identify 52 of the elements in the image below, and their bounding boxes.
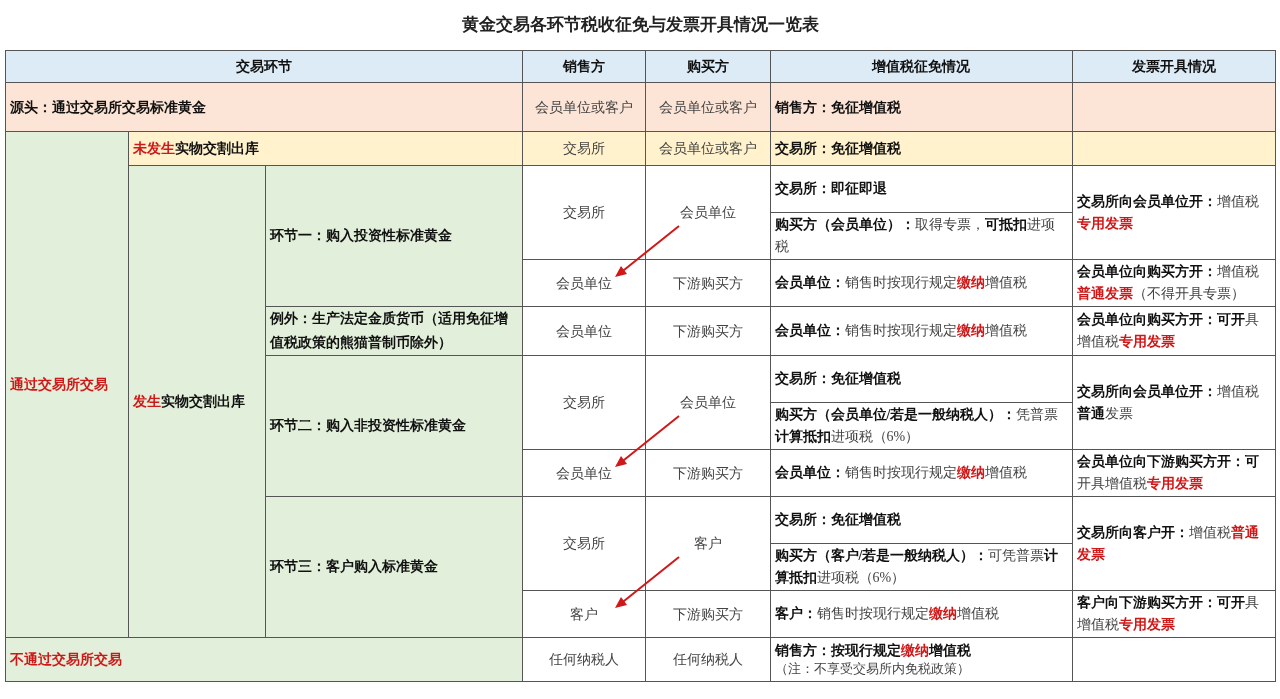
table-cell: 购买方（客户/若是一般纳税人）：可凭普票计算抵扣进项税（6%） <box>770 543 1072 591</box>
table-cell: 会员单位或客户 <box>522 82 645 132</box>
table-cell: 会员单位：销售时按现行规定缴纳增值税 <box>770 259 1072 307</box>
table-cell: 源头：通过交易所交易标准黄金 <box>5 82 522 132</box>
table-cell: 交易所：免征增值税 <box>770 355 1072 403</box>
table-cell: 交易所向会员单位开：增值税 专用发票 <box>1072 165 1275 260</box>
table-cell: 交易所：即征即退 <box>770 165 1072 213</box>
table-cell: 未发生实物交割出库 <box>128 131 522 166</box>
table-cell: 环节二：购入非投资性标准黄金 <box>265 355 522 497</box>
table-cell: 任何纳税人 <box>645 637 770 682</box>
table-cell: 下游购买方 <box>645 306 770 356</box>
column-header: 购买方 <box>645 50 770 83</box>
table-cell: 客户：销售时按现行规定缴纳增值税 <box>770 590 1072 638</box>
table-cell: 下游购买方 <box>645 590 770 638</box>
table-cell: 交易所 <box>522 355 645 450</box>
table-cell: 交易所向客户开：增值税普通发票 <box>1072 496 1275 591</box>
table-cell: 会员单位 <box>645 165 770 260</box>
table-cell: 交易所向会员单位开：增值税 普通发票 <box>1072 355 1275 450</box>
table-cell: 下游购买方 <box>645 449 770 497</box>
table-cell: 会员单位或客户 <box>645 82 770 132</box>
table-cell: 交易所 <box>522 496 645 591</box>
table-cell: 交易所：免征增值税 <box>770 131 1072 166</box>
table-cell: 环节三：客户购入标准黄金 <box>265 496 522 638</box>
column-header: 交易环节 <box>5 50 522 83</box>
table-cell: 会员单位或客户 <box>645 131 770 166</box>
table-cell: 环节一：购入投资性标准黄金 <box>265 165 522 307</box>
table-cell: 交易所：免征增值税 <box>770 496 1072 544</box>
table-title: 黄金交易各环节税收征免与发票开具情况一览表 <box>461 14 819 37</box>
table-cell: 销售方：免征增值税 <box>770 82 1072 132</box>
table-cell: 会员单位向购买方开：可开具增值税专用发票 <box>1072 306 1275 356</box>
table-cell: 会员单位 <box>645 355 770 450</box>
table-cell: 购买方（会员单位/若是一般纳税人）：凭普票 计算抵扣进项税（6%） <box>770 402 1072 450</box>
table-cell: 会员单位向下游购买方开：可 开具增值税专用发票 <box>1072 449 1275 497</box>
table-cell: 客户 <box>645 496 770 591</box>
table-cell: 交易所 <box>522 165 645 260</box>
table-cell: 交易所 <box>522 131 645 166</box>
table-cell: 任何纳税人 <box>522 637 645 682</box>
table-cell: 购买方（会员单位）：取得专票，可抵扣进项税 <box>770 212 1072 260</box>
table-cell: 会员单位向购买方开：增值税 普通发票（不得开具专票） <box>1072 259 1275 307</box>
table-cell: 会员单位 <box>522 306 645 356</box>
column-header: 发票开具情况 <box>1072 50 1275 83</box>
table-cell: 销售方：按现行规定缴纳增值税 （注：不享受交易所内免税政策） <box>770 637 1072 682</box>
table-cell: 发生实物交割出库 <box>128 165 265 638</box>
table-cell: 不通过交易所交易 <box>5 637 522 682</box>
table-cell: 通过交易所交易 <box>5 131 128 638</box>
table-cell: 下游购买方 <box>645 259 770 307</box>
table-cell: 会员单位：销售时按现行规定缴纳增值税 <box>770 449 1072 497</box>
column-header: 销售方 <box>522 50 645 83</box>
table-cell: 会员单位：销售时按现行规定缴纳增值税 <box>770 306 1072 356</box>
table-cell: 例外：生产法定金质货币（适用免征增值税政策的熊猫普制币除外） <box>265 306 522 356</box>
column-header: 增值税征免情况 <box>770 50 1072 83</box>
table-cell: 客户向下游购买方开：可开具增值税专用发票 <box>1072 590 1275 638</box>
